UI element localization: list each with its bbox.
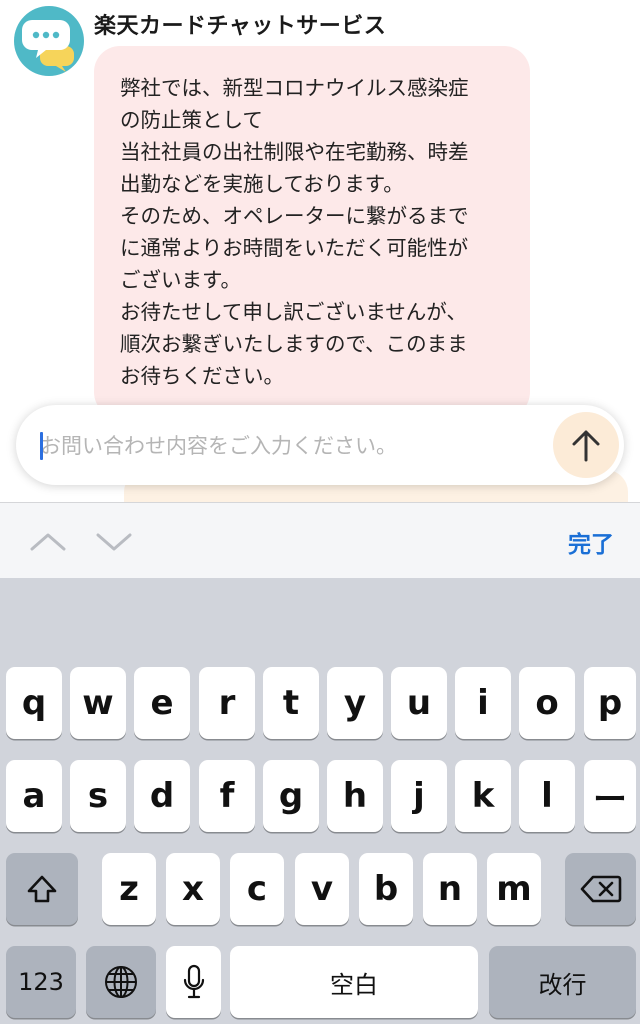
- key-p[interactable]: p: [584, 667, 636, 739]
- key-a[interactable]: a: [6, 760, 62, 832]
- globe-icon: [105, 966, 137, 998]
- key-q[interactable]: q: [6, 667, 62, 739]
- message-line: ございます。: [120, 268, 241, 292]
- sender-name: 楽天カードチャットサービス: [94, 14, 387, 39]
- key-long-vowel[interactable]: ー: [584, 760, 636, 832]
- key-z[interactable]: z: [102, 853, 156, 925]
- globe-key[interactable]: [86, 946, 156, 1018]
- key-b[interactable]: b: [359, 853, 413, 925]
- space-key[interactable]: 空白: [230, 946, 478, 1018]
- key-f[interactable]: f: [199, 760, 255, 832]
- key-l[interactable]: l: [519, 760, 575, 832]
- backspace-key[interactable]: [565, 853, 636, 925]
- key-n[interactable]: n: [423, 853, 477, 925]
- message-input[interactable]: お問い合わせ内容をご入力ください。: [40, 427, 540, 465]
- key-s[interactable]: s: [70, 760, 126, 832]
- key-c[interactable]: c: [230, 853, 284, 925]
- message-line: 出勤などを実施しております。: [120, 172, 404, 196]
- numbers-key[interactable]: 123: [6, 946, 76, 1018]
- key-h[interactable]: h: [327, 760, 383, 832]
- key-t[interactable]: t: [263, 667, 319, 739]
- key-m[interactable]: m: [487, 853, 541, 925]
- message-input-bar: お問い合わせ内容をご入力ください。: [16, 405, 624, 485]
- return-key[interactable]: 改行: [489, 946, 636, 1018]
- key-g[interactable]: g: [263, 760, 319, 832]
- shift-icon: [27, 875, 57, 903]
- keyboard: q w e r t y u i o p a s d f g h j k l ー …: [0, 578, 640, 1024]
- chevron-up-icon: [30, 533, 66, 551]
- chevron-down-icon: [96, 533, 132, 551]
- keyboard-accessory-toolbar: 完了: [0, 502, 640, 578]
- message-line: 順次お繋ぎいたしますので、このまま: [120, 332, 468, 356]
- done-button[interactable]: 完了: [568, 525, 614, 559]
- next-field-button[interactable]: [94, 523, 134, 559]
- message-line: 弊社では、新型コロナウイルス感染症: [120, 76, 469, 100]
- key-v[interactable]: v: [295, 853, 349, 925]
- message-line: 当社社員の出社制限や在宅勤務、時差: [120, 140, 469, 164]
- key-u[interactable]: u: [391, 667, 447, 739]
- text-caret: [40, 432, 43, 460]
- microphone-icon: [183, 964, 204, 999]
- key-j[interactable]: j: [391, 760, 447, 832]
- key-w[interactable]: w: [70, 667, 126, 739]
- shift-key[interactable]: [6, 853, 78, 925]
- key-o[interactable]: o: [519, 667, 575, 739]
- key-d[interactable]: d: [134, 760, 190, 832]
- message-line: に通常よりお時間をいただく可能性が: [120, 236, 469, 260]
- microphone-key[interactable]: [166, 946, 221, 1018]
- send-button[interactable]: [553, 412, 619, 478]
- key-x[interactable]: x: [166, 853, 220, 925]
- message-line: お待ちください。: [120, 364, 284, 388]
- key-e[interactable]: e: [134, 667, 190, 739]
- arrow-up-icon: [572, 430, 600, 462]
- key-y[interactable]: y: [327, 667, 383, 739]
- key-r[interactable]: r: [199, 667, 255, 739]
- chat-bubbles-icon: [14, 6, 84, 76]
- key-i[interactable]: i: [455, 667, 511, 739]
- previous-field-button[interactable]: [28, 523, 68, 559]
- backspace-icon: [580, 875, 621, 903]
- message-line: そのため、オペレーターに繋がるまで: [120, 204, 469, 228]
- key-k[interactable]: k: [455, 760, 511, 832]
- message-line: お待たせして申し訳ございませんが、: [120, 300, 467, 324]
- bot-message-bubble: 弊社では、新型コロナウイルス感染症 の防止策として 当社社員の出社制限や在宅勤務…: [94, 46, 530, 418]
- message-line: の防止策として: [120, 108, 263, 132]
